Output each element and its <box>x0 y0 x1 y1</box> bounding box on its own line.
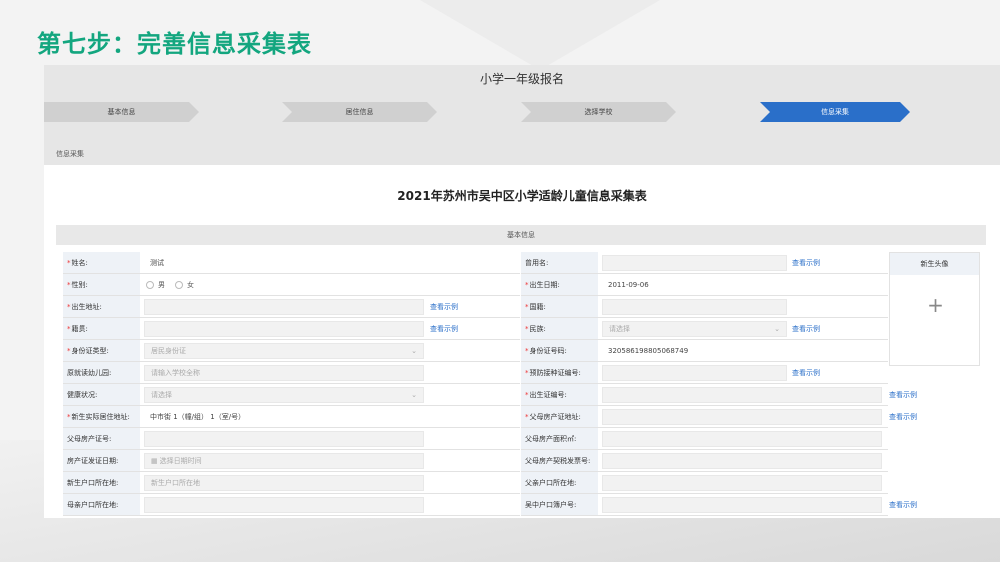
field-value: 320586198805068749 <box>608 347 689 355</box>
input-field[interactable] <box>602 497 882 513</box>
field-label: 曾用名: <box>521 252 598 274</box>
chevron-down-icon: ⌄ <box>774 325 780 333</box>
form-row: * 预防接种证编号: 查看示例 <box>44 362 968 384</box>
required-mark: * <box>525 280 529 289</box>
plus-icon[interactable]: + <box>890 293 981 317</box>
section-header: 基本信息 <box>56 225 986 245</box>
field-label: * 预防接种证编号: <box>521 362 598 384</box>
input-field[interactable] <box>602 475 882 491</box>
step-info-collection[interactable]: 信息采集 <box>760 102 910 122</box>
input-field[interactable] <box>602 365 787 381</box>
required-mark: * <box>525 412 529 421</box>
field-label-text: 国籍: <box>529 302 546 311</box>
view-example-link[interactable]: 查看示例 <box>792 368 820 378</box>
input-field[interactable]: 320586198805068749 <box>602 343 884 359</box>
input-field[interactable] <box>602 453 882 469</box>
step-basic-info[interactable]: 基本信息 <box>44 102 199 122</box>
form-row: * 出生日期: 2011-09-06 <box>44 274 968 296</box>
form-row: 父母房产面积㎡: <box>44 428 968 450</box>
form-row: * 父母房产证地址: 查看示例 <box>44 406 968 428</box>
input-field[interactable] <box>602 255 787 271</box>
form-title: 2021年苏州市吴中区小学适龄儿童信息采集表 <box>397 189 647 203</box>
photo-upload[interactable]: 新生头像 + <box>889 252 980 366</box>
field-label-text: 身份证号码: <box>529 346 567 355</box>
field-label: * 身份证号码: <box>521 340 598 362</box>
step-label: 居住信息 <box>345 108 374 116</box>
required-mark: * <box>525 302 529 311</box>
field-label: * 出生日期: <box>521 274 598 296</box>
page-title: 小学一年级报名 <box>479 72 564 86</box>
app-window: 小学一年级报名 基本信息 居住信息 选择学校 信息采集 信息采集 2021年苏州… <box>44 65 1000 518</box>
field-label: * 父母房产证地址: <box>521 406 598 428</box>
field-label-text: 吴中户口簿户号: <box>525 500 577 509</box>
input-field[interactable] <box>602 299 787 315</box>
input-field[interactable] <box>602 431 882 447</box>
form-row: 父母房产契税发票号: <box>44 450 968 472</box>
form-row: * 出生证编号: 查看示例 <box>44 384 968 406</box>
form-row: * 民族: 请选择 ⌄ 查看示例 <box>44 318 968 340</box>
required-mark: * <box>525 390 529 399</box>
required-mark: * <box>525 346 529 355</box>
slide-title: 第七步：完善信息采集表 <box>37 30 312 58</box>
field-label: 父母房产契税发票号: <box>521 450 598 472</box>
field-value: 请选择 <box>609 325 630 333</box>
field-label-text: 曾用名: <box>525 258 549 267</box>
form-row: 父亲户口所在地: <box>44 472 968 494</box>
form-row: * 国籍: <box>44 296 968 318</box>
step-choose-school[interactable]: 选择学校 <box>521 102 676 122</box>
step-label: 基本信息 <box>107 108 136 116</box>
field-label: * 出生证编号: <box>521 384 598 406</box>
view-example-link[interactable]: 查看示例 <box>792 258 820 268</box>
field-label-text: 父母房产面积㎡: <box>525 434 577 443</box>
field-label-text: 民族: <box>529 324 546 333</box>
field-value: 2011-09-06 <box>608 281 649 289</box>
breadcrumb: 信息采集 <box>56 150 84 158</box>
field-label: * 国籍: <box>521 296 598 318</box>
step-label: 选择学校 <box>584 108 613 116</box>
field-label-text: 出生日期: <box>529 280 560 289</box>
view-example-link[interactable]: 查看示例 <box>889 390 917 400</box>
field-label-text: 父亲户口所在地: <box>525 478 577 487</box>
step-label: 信息采集 <box>821 108 849 116</box>
form-row: 曾用名: 查看示例 <box>44 252 968 274</box>
form-row: 吴中户口簿户号: 查看示例 <box>44 494 968 516</box>
photo-label: 新生头像 <box>890 253 979 275</box>
field-label-text: 预防接种证编号: <box>529 368 581 377</box>
input-field[interactable] <box>602 409 882 425</box>
field-label: 父母房产面积㎡: <box>521 428 598 450</box>
background-triangle <box>420 0 660 70</box>
field-label-text: 出生证编号: <box>529 390 567 399</box>
field-label: 吴中户口簿户号: <box>521 494 598 516</box>
field-label: * 民族: <box>521 318 598 340</box>
input-field[interactable] <box>602 387 882 403</box>
field-label: 父亲户口所在地: <box>521 472 598 494</box>
view-example-link[interactable]: 查看示例 <box>889 412 917 422</box>
step-residence-info[interactable]: 居住信息 <box>282 102 437 122</box>
input-field[interactable]: 2011-09-06 <box>602 277 884 293</box>
view-example-link[interactable]: 查看示例 <box>889 500 917 510</box>
select-field[interactable]: 请选择 ⌄ <box>602 321 787 337</box>
required-mark: * <box>525 324 529 333</box>
form-row: * 身份证号码: 320586198805068749 <box>44 340 968 362</box>
step-progress: 基本信息 居住信息 选择学校 信息采集 <box>44 102 1000 124</box>
view-example-link[interactable]: 查看示例 <box>792 324 820 334</box>
field-label-text: 父母房产证地址: <box>529 412 581 421</box>
field-label-text: 父母房产契税发票号: <box>525 456 591 465</box>
required-mark: * <box>525 368 529 377</box>
